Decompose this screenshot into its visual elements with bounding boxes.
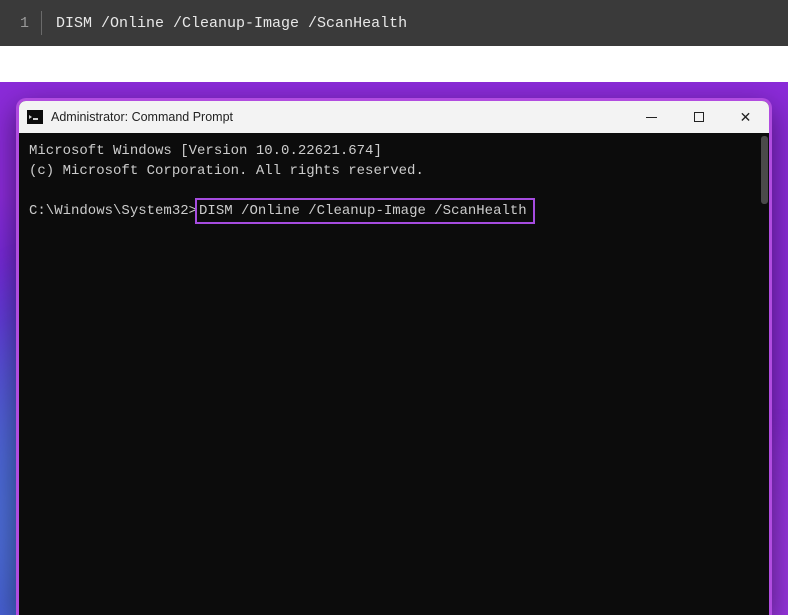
close-button[interactable]: ✕ [722, 101, 769, 133]
maximize-icon [694, 112, 704, 122]
window-titlebar[interactable]: Administrator: Command Prompt ✕ [19, 101, 769, 133]
line-number: 1 [20, 11, 42, 35]
cmd-prompt-path: C:\Windows\System32> [29, 201, 197, 221]
scrollbar-thumb[interactable] [761, 136, 768, 204]
command-prompt-body[interactable]: Microsoft Windows [Version 10.0.22621.67… [19, 133, 769, 615]
command-prompt-window: Administrator: Command Prompt ✕ Microsof… [16, 98, 772, 615]
screenshot-frame: Administrator: Command Prompt ✕ Microsof… [0, 82, 788, 615]
minimize-button[interactable] [628, 101, 675, 133]
code-snippet-text: DISM /Online /Cleanup-Image /ScanHealth [56, 15, 407, 32]
cmd-output-line-1: Microsoft Windows [Version 10.0.22621.67… [29, 141, 759, 161]
minimize-icon [646, 117, 657, 118]
window-controls: ✕ [628, 101, 769, 133]
maximize-button[interactable] [675, 101, 722, 133]
cmd-typed-command-highlighted: DISM /Online /Cleanup-Image /ScanHealth [195, 198, 535, 224]
code-snippet-bar: 1 DISM /Online /Cleanup-Image /ScanHealt… [0, 0, 788, 46]
cmd-prompt-row: C:\Windows\System32>DISM /Online /Cleanu… [29, 198, 759, 224]
close-icon: ✕ [740, 110, 752, 124]
cmd-output-line-2: (c) Microsoft Corporation. All rights re… [29, 161, 759, 181]
window-title: Administrator: Command Prompt [51, 110, 233, 124]
cmd-icon [27, 110, 43, 124]
spacer [0, 46, 788, 82]
